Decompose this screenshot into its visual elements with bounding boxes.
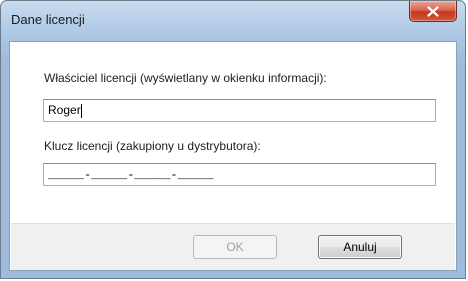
dialog-footer: OK Anuluj	[11, 223, 455, 270]
owner-label: Właściciel licencji (wyświetlany w okien…	[44, 71, 327, 85]
ok-button[interactable]: OK	[193, 235, 277, 259]
window-title: Dane licencji	[11, 12, 85, 27]
cancel-button[interactable]: Anuluj	[318, 235, 402, 259]
close-icon	[427, 5, 439, 17]
license-key-value: _____-_____-_____-_____	[48, 168, 214, 182]
dialog-window: Dane licencji Właściciel licencji (wyświ…	[0, 0, 466, 279]
form-panel: Właściciel licencji (wyświetlany w okien…	[11, 43, 455, 223]
license-key-input[interactable]: _____-_____-_____-_____	[43, 163, 436, 186]
owner-input-value: Roger	[48, 103, 81, 117]
title-bar[interactable]: Dane licencji	[1, 1, 465, 41]
text-caret	[80, 103, 82, 118]
owner-input[interactable]: Roger	[43, 99, 436, 122]
close-button[interactable]	[409, 1, 457, 22]
dialog-client-area: Właściciel licencji (wyświetlany w okien…	[9, 41, 457, 271]
key-label: Klucz licencji (zakupiony u dystrybutora…	[44, 139, 261, 153]
